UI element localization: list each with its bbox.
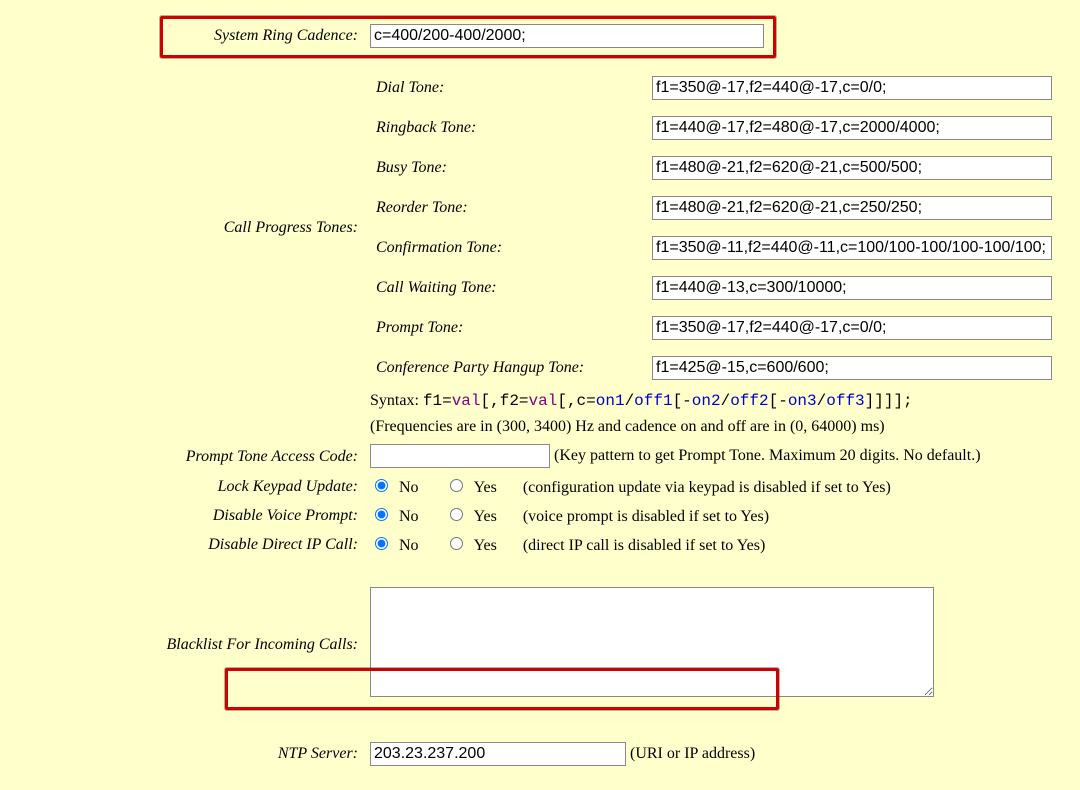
busy-tone-input[interactable] bbox=[652, 156, 1052, 180]
disable-direct-ip-note: (direct IP call is disabled if set to Ye… bbox=[523, 537, 765, 554]
disable-voice-prompt-label: Disable Voice Prompt: bbox=[0, 501, 364, 530]
call-progress-tones-section-label: Call Progress Tones: bbox=[0, 68, 364, 388]
lock-keypad-yes-label: Yes bbox=[474, 479, 497, 497]
prompt-access-code-input[interactable] bbox=[370, 444, 550, 468]
dial-tone-label: Dial Tone: bbox=[370, 72, 646, 104]
disable-voice-prompt-note: (voice prompt is disabled if set to Yes) bbox=[523, 508, 769, 525]
disable-direct-ip-no-radio[interactable] bbox=[375, 537, 388, 550]
call-waiting-tone-label: Call Waiting Tone: bbox=[370, 272, 646, 304]
syntax-expression: f1=val[,f2=val[,c=on1/off1[-on2/off2[-on… bbox=[423, 392, 913, 410]
confirmation-tone-input[interactable] bbox=[652, 236, 1052, 260]
lock-keypad-note: (configuration update via keypad is disa… bbox=[523, 479, 891, 496]
ring-cadence-input[interactable] bbox=[370, 24, 764, 48]
ring-cadence-label: System Ring Cadence: bbox=[0, 20, 364, 52]
conference-hangup-tone-label: Conference Party Hangup Tone: bbox=[370, 352, 646, 384]
disable-direct-ip-label: Disable Direct IP Call: bbox=[0, 530, 364, 559]
syntax-prefix: Syntax: bbox=[370, 392, 423, 409]
prompt-access-code-note: (Key pattern to get Prompt Tone. Maximum… bbox=[554, 447, 981, 464]
disable-voice-prompt-no-label: No bbox=[399, 508, 419, 526]
lock-keypad-no-label: No bbox=[399, 479, 419, 497]
ringback-tone-input[interactable] bbox=[652, 116, 1052, 140]
conference-hangup-tone-input[interactable] bbox=[652, 356, 1052, 380]
ntp-server-input[interactable] bbox=[370, 742, 626, 766]
reorder-tone-input[interactable] bbox=[652, 196, 1052, 220]
disable-voice-prompt-yes-radio[interactable] bbox=[450, 508, 463, 521]
lock-keypad-yes-radio[interactable] bbox=[450, 479, 463, 492]
disable-direct-ip-yes-label: Yes bbox=[474, 537, 497, 555]
prompt-tone-label: Prompt Tone: bbox=[370, 312, 646, 344]
syntax-frequency-note: (Frequencies are in (300, 3400) Hz and c… bbox=[370, 418, 885, 435]
ntp-server-label: NTP Server: bbox=[0, 738, 364, 770]
lock-keypad-no-radio[interactable] bbox=[375, 479, 388, 492]
disable-voice-prompt-no-radio[interactable] bbox=[375, 508, 388, 521]
ringback-tone-label: Ringback Tone: bbox=[370, 112, 646, 144]
blacklist-textarea[interactable] bbox=[370, 587, 934, 697]
reorder-tone-label: Reorder Tone: bbox=[370, 192, 646, 224]
disable-direct-ip-no-label: No bbox=[399, 537, 419, 555]
busy-tone-label: Busy Tone: bbox=[370, 152, 646, 184]
confirmation-tone-label: Confirmation Tone: bbox=[370, 232, 646, 264]
dial-tone-input[interactable] bbox=[652, 76, 1052, 100]
prompt-tone-input[interactable] bbox=[652, 316, 1052, 340]
disable-voice-prompt-yes-label: Yes bbox=[474, 508, 497, 526]
blacklist-label: Blacklist For Incoming Calls: bbox=[0, 583, 364, 706]
prompt-access-code-label: Prompt Tone Access Code: bbox=[0, 440, 364, 472]
lock-keypad-label: Lock Keypad Update: bbox=[0, 472, 364, 501]
ntp-server-note: (URI or IP address) bbox=[630, 745, 755, 762]
disable-direct-ip-yes-radio[interactable] bbox=[450, 537, 463, 550]
call-waiting-tone-input[interactable] bbox=[652, 276, 1052, 300]
